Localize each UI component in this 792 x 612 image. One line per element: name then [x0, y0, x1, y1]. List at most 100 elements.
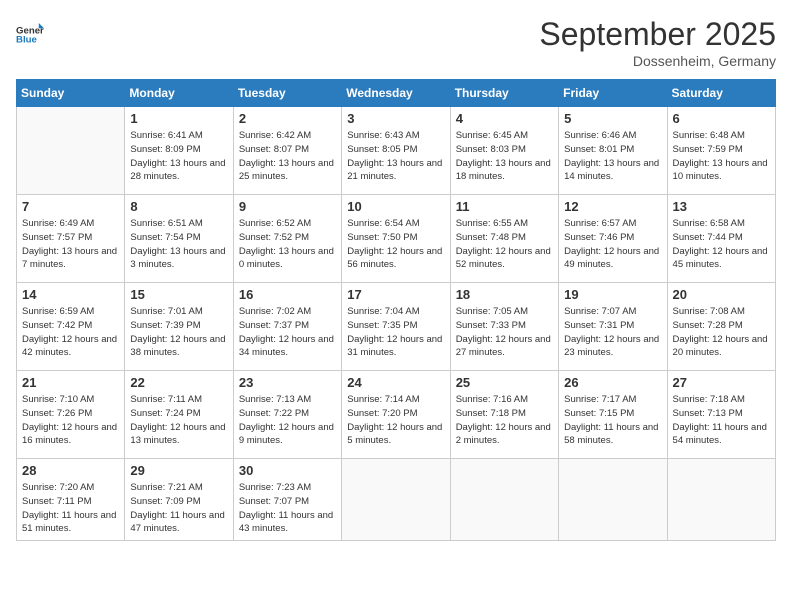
calendar-day-cell: 7 Sunrise: 6:49 AMSunset: 7:57 PMDaylight…	[17, 195, 125, 283]
day-of-week-header: Friday	[559, 80, 667, 107]
day-info: Sunrise: 7:23 AMSunset: 7:07 PMDaylight:…	[239, 481, 336, 536]
page-header: General Blue September 2025 Dossenheim, …	[16, 16, 776, 69]
logo: General Blue	[16, 16, 44, 44]
calendar-day-cell: 28 Sunrise: 7:20 AMSunset: 7:11 PMDayligh…	[17, 459, 125, 541]
calendar-day-cell: 26Sunrise: 7:17 AMSunset: 7:15 PMDayligh…	[559, 371, 667, 459]
day-number: 30	[239, 463, 336, 478]
calendar-day-cell: 11 Sunrise: 6:55 AMSunset: 7:48 PMDayligh…	[450, 195, 558, 283]
day-number: 3	[347, 111, 444, 126]
day-info: Sunrise: 7:13 AMSunset: 7:22 PMDaylight:…	[239, 393, 336, 448]
day-of-week-header: Sunday	[17, 80, 125, 107]
day-number: 10	[347, 199, 444, 214]
calendar-day-cell: 2 Sunrise: 6:42 AMSunset: 8:07 PMDaylight…	[233, 107, 341, 195]
day-number: 17	[347, 287, 444, 302]
day-info: Sunrise: 7:20 AMSunset: 7:11 PMDaylight:…	[22, 481, 119, 536]
day-number: 28	[22, 463, 119, 478]
day-number: 9	[239, 199, 336, 214]
day-number: 23	[239, 375, 336, 390]
day-number: 20	[673, 287, 770, 302]
calendar-day-cell: 5Sunrise: 6:46 AMSunset: 8:01 PMDaylight…	[559, 107, 667, 195]
calendar-day-cell: 25 Sunrise: 7:16 AMSunset: 7:18 PMDayligh…	[450, 371, 558, 459]
calendar-day-cell	[450, 459, 558, 541]
calendar-week-row: 7 Sunrise: 6:49 AMSunset: 7:57 PMDaylight…	[17, 195, 776, 283]
day-number: 16	[239, 287, 336, 302]
day-info: Sunrise: 7:16 AMSunset: 7:18 PMDaylight:…	[456, 393, 553, 448]
calendar-day-cell: 27Sunrise: 7:18 AMSunset: 7:13 PMDayligh…	[667, 371, 775, 459]
day-info: Sunrise: 7:21 AMSunset: 7:09 PMDaylight:…	[130, 481, 227, 536]
day-number: 25	[456, 375, 553, 390]
location: Dossenheim, Germany	[539, 53, 776, 69]
day-number: 7	[22, 199, 119, 214]
day-info: Sunrise: 7:07 AMSunset: 7:31 PMDaylight:…	[564, 305, 661, 360]
calendar-day-cell: 16 Sunrise: 7:02 AMSunset: 7:37 PMDayligh…	[233, 283, 341, 371]
calendar-day-cell: 22 Sunrise: 7:11 AMSunset: 7:24 PMDayligh…	[125, 371, 233, 459]
calendar-day-cell: 20 Sunrise: 7:08 AMSunset: 7:28 PMDayligh…	[667, 283, 775, 371]
day-of-week-header: Wednesday	[342, 80, 450, 107]
calendar-day-cell: 19 Sunrise: 7:07 AMSunset: 7:31 PMDayligh…	[559, 283, 667, 371]
calendar-day-cell	[559, 459, 667, 541]
day-of-week-header: Saturday	[667, 80, 775, 107]
calendar-day-cell: 9 Sunrise: 6:52 AMSunset: 7:52 PMDaylight…	[233, 195, 341, 283]
day-number: 22	[130, 375, 227, 390]
day-number: 8	[130, 199, 227, 214]
day-number: 1	[130, 111, 227, 126]
day-info: Sunrise: 6:45 AMSunset: 8:03 PMDaylight:…	[456, 129, 553, 184]
day-of-week-header: Monday	[125, 80, 233, 107]
calendar-day-cell: 17Sunrise: 7:04 AMSunset: 7:35 PMDayligh…	[342, 283, 450, 371]
calendar-day-cell	[667, 459, 775, 541]
calendar-body: 1 Sunrise: 6:41 AMSunset: 8:09 PMDaylight…	[17, 107, 776, 541]
svg-text:Blue: Blue	[16, 34, 37, 44]
day-number: 13	[673, 199, 770, 214]
calendar-day-cell: 6 Sunrise: 6:48 AMSunset: 7:59 PMDaylight…	[667, 107, 775, 195]
day-info: Sunrise: 7:05 AMSunset: 7:33 PMDaylight:…	[456, 305, 553, 360]
day-info: Sunrise: 7:11 AMSunset: 7:24 PMDaylight:…	[130, 393, 227, 448]
day-number: 6	[673, 111, 770, 126]
day-number: 14	[22, 287, 119, 302]
calendar-day-cell: 12Sunrise: 6:57 AMSunset: 7:46 PMDayligh…	[559, 195, 667, 283]
calendar-day-cell	[17, 107, 125, 195]
day-info: Sunrise: 6:55 AMSunset: 7:48 PMDaylight:…	[456, 217, 553, 272]
day-number: 11	[456, 199, 553, 214]
calendar-day-cell: 21 Sunrise: 7:10 AMSunset: 7:26 PMDayligh…	[17, 371, 125, 459]
calendar-day-cell: 14 Sunrise: 6:59 AMSunset: 7:42 PMDayligh…	[17, 283, 125, 371]
day-info: Sunrise: 6:54 AMSunset: 7:50 PMDaylight:…	[347, 217, 444, 272]
day-info: Sunrise: 6:46 AMSunset: 8:01 PMDaylight:…	[564, 129, 661, 184]
title-block: September 2025 Dossenheim, Germany	[539, 16, 776, 69]
day-number: 29	[130, 463, 227, 478]
day-number: 2	[239, 111, 336, 126]
day-of-week-header: Thursday	[450, 80, 558, 107]
day-number: 18	[456, 287, 553, 302]
day-number: 4	[456, 111, 553, 126]
day-info: Sunrise: 7:02 AMSunset: 7:37 PMDaylight:…	[239, 305, 336, 360]
day-info: Sunrise: 6:48 AMSunset: 7:59 PMDaylight:…	[673, 129, 770, 184]
calendar-day-cell: 18 Sunrise: 7:05 AMSunset: 7:33 PMDayligh…	[450, 283, 558, 371]
calendar-day-cell: 13 Sunrise: 6:58 AMSunset: 7:44 PMDayligh…	[667, 195, 775, 283]
logo-icon: General Blue	[16, 16, 44, 44]
calendar-week-row: 14 Sunrise: 6:59 AMSunset: 7:42 PMDayligh…	[17, 283, 776, 371]
calendar-table: SundayMondayTuesdayWednesdayThursdayFrid…	[16, 79, 776, 541]
day-info: Sunrise: 6:58 AMSunset: 7:44 PMDaylight:…	[673, 217, 770, 272]
calendar-week-row: 1 Sunrise: 6:41 AMSunset: 8:09 PMDaylight…	[17, 107, 776, 195]
day-info: Sunrise: 7:10 AMSunset: 7:26 PMDaylight:…	[22, 393, 119, 448]
day-number: 26	[564, 375, 661, 390]
calendar-day-cell: 3 Sunrise: 6:43 AMSunset: 8:05 PMDaylight…	[342, 107, 450, 195]
calendar-day-cell: 4 Sunrise: 6:45 AMSunset: 8:03 PMDaylight…	[450, 107, 558, 195]
day-info: Sunrise: 7:01 AMSunset: 7:39 PMDaylight:…	[130, 305, 227, 360]
day-info: Sunrise: 7:08 AMSunset: 7:28 PMDaylight:…	[673, 305, 770, 360]
day-info: Sunrise: 6:43 AMSunset: 8:05 PMDaylight:…	[347, 129, 444, 184]
day-number: 21	[22, 375, 119, 390]
calendar-day-cell: 1 Sunrise: 6:41 AMSunset: 8:09 PMDaylight…	[125, 107, 233, 195]
calendar-day-cell: 10 Sunrise: 6:54 AMSunset: 7:50 PMDayligh…	[342, 195, 450, 283]
calendar-day-cell: 15Sunrise: 7:01 AMSunset: 7:39 PMDayligh…	[125, 283, 233, 371]
day-info: Sunrise: 7:14 AMSunset: 7:20 PMDaylight:…	[347, 393, 444, 448]
day-info: Sunrise: 6:52 AMSunset: 7:52 PMDaylight:…	[239, 217, 336, 272]
day-info: Sunrise: 7:18 AMSunset: 7:13 PMDaylight:…	[673, 393, 770, 448]
day-number: 12	[564, 199, 661, 214]
month-title: September 2025	[539, 16, 776, 53]
day-info: Sunrise: 6:49 AMSunset: 7:57 PMDaylight:…	[22, 217, 119, 272]
day-number: 19	[564, 287, 661, 302]
day-info: Sunrise: 6:41 AMSunset: 8:09 PMDaylight:…	[130, 129, 227, 184]
day-info: Sunrise: 6:42 AMSunset: 8:07 PMDaylight:…	[239, 129, 336, 184]
calendar-day-cell: 24Sunrise: 7:14 AMSunset: 7:20 PMDayligh…	[342, 371, 450, 459]
day-info: Sunrise: 6:59 AMSunset: 7:42 PMDaylight:…	[22, 305, 119, 360]
